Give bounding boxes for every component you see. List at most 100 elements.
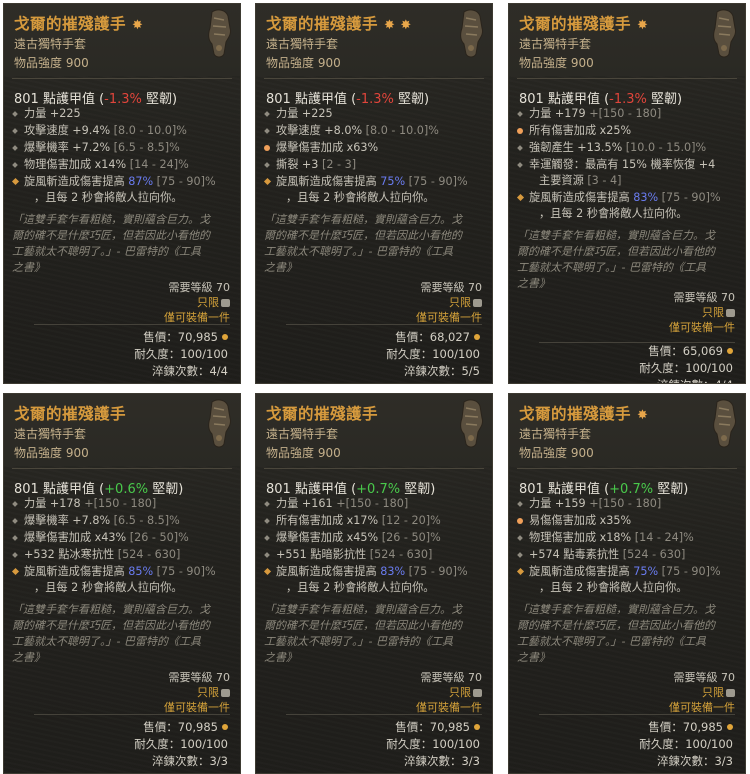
item-tooltip[interactable]: 戈爾的摧殘護手 遠古獨特手套 物品強度 900 801 點護甲值 (+0.7% 堅韌…	[255, 393, 493, 774]
item-power: 物品強度 900	[14, 446, 89, 460]
greater-affix-stars: ✸	[132, 18, 144, 33]
affix-bullet	[264, 552, 270, 558]
flavor-line: 之書》	[517, 651, 550, 664]
affix-bullet	[12, 535, 18, 541]
legendary-affix: 旋風斬造成傷害提高 87% [75 - 90]%	[10, 173, 234, 190]
affix-range: +[150 - 180]	[585, 107, 662, 120]
class-restriction: 只限	[164, 295, 230, 310]
barbarian-class-icon	[473, 689, 482, 697]
affix-range: +[150 - 180]	[80, 497, 157, 510]
affix-row: 幸運觸發：最高有 15% 機率恢復 +4	[515, 156, 739, 173]
affix-list: 力量 +161 +[150 - 180] 所有傷害加成 x17% [12 - 20…	[262, 495, 486, 596]
affix-bullet	[12, 552, 18, 558]
item-title: 戈爾的摧殘護手 ✸	[519, 12, 648, 34]
item-tooltip[interactable]: 戈爾的摧殘護手 ✸ 遠古獨特手套 物品強度 900 801 點護甲值 (+0.7% 堅…	[508, 393, 746, 774]
affix-range: [6.5 - 8.5]%	[110, 514, 180, 527]
requirements: 需要等級 70 只限 僅可裝備一件	[669, 670, 735, 715]
legendary-text: 旋風斬造成傷害提高	[24, 565, 129, 578]
item-tooltip[interactable]: 戈爾的摧殘護手 ✸ 遠古獨特手套 物品強度 900 801 點護甲值 (-1.3% 堅…	[508, 3, 746, 384]
item-tooltip[interactable]: 戈爾的摧殘護手 ✸ 遠古獨特手套 物品強度 900 801 點護甲值 (-1.3% 堅…	[3, 3, 241, 384]
affix-bullet	[264, 111, 270, 117]
legendary-text: 旋風斬造成傷害提高	[276, 175, 381, 188]
flavor-line: 「這雙手套乍看粗糙，實則蘊含巨力。戈	[517, 603, 715, 616]
affix-text: 力量 +179	[529, 107, 586, 120]
gold-coin-icon	[222, 724, 228, 730]
item-tooltip[interactable]: 戈爾的摧殘護手 ✸ ✸ 遠古獨特手套 物品強度 900 801 點護甲值 (-1.3%…	[255, 3, 493, 384]
unique-equip: 僅可裝備一件	[416, 311, 482, 324]
gold-coin-icon	[727, 348, 733, 354]
affix-list: 力量 +179 +[150 - 180] 所有傷害加成 x25% 強韌產生 +13.…	[515, 105, 739, 222]
affix-text: 力量 +178	[24, 497, 81, 510]
greater-affix-bullet	[517, 518, 523, 524]
affix-bullet	[264, 535, 270, 541]
affix-range: [524 - 630]	[114, 548, 181, 561]
item-title: 戈爾的摧殘護手	[14, 402, 132, 424]
durability: 耐久度：100/100	[134, 737, 228, 751]
sell-price: 售價：70,985	[134, 719, 228, 736]
gold-coin-icon	[474, 724, 480, 730]
affix-range: [3 - 4]	[583, 174, 622, 187]
affix-range: [26 - 50]%	[126, 531, 189, 544]
legendary-bullet	[516, 193, 525, 202]
sell-price-text: 售價：70,985	[143, 720, 218, 734]
item-name: 戈爾的摧殘護手	[266, 405, 379, 423]
legendary-affix-line2: ，且每 2 秒會將敵人拉向你。	[286, 191, 435, 204]
item-power: 物品強度 900	[519, 446, 594, 460]
flavor-text: 「這雙手套乍看粗糙，實則蘊含巨力。戈 爾的確不是什麼巧匠，但若因此小看他的 工藝就太…	[517, 602, 735, 666]
legendary-bullet	[263, 567, 272, 576]
flavor-line: 工藝就太不聰明了。」- 巴雷特的《工具	[12, 245, 201, 258]
legendary-value: 87%	[128, 175, 154, 188]
affix-text: +551 點暗影抗性	[276, 548, 367, 561]
affix-range: [14 - 24]%	[126, 158, 189, 171]
unique-equip: 僅可裝備一件	[416, 701, 482, 714]
legendary-range: [75 - 90]%	[405, 175, 468, 188]
affix-text: 撕裂 +3	[276, 158, 319, 171]
item-name: 戈爾的摧殘護手	[519, 15, 632, 33]
affix-bullet	[12, 501, 18, 507]
flavor-text: 「這雙手套乍看粗糙，實則蘊含巨力。戈 爾的確不是什麼巧匠，但若因此小看他的 工藝就太…	[517, 228, 735, 292]
affix-text: 爆擊傷害加成 x43%	[24, 531, 127, 544]
temper-count: 淬鍊次數：3/3	[151, 754, 228, 768]
affix-range: +[150 - 180]	[585, 497, 662, 510]
item-tooltip[interactable]: 戈爾的摧殘護手 遠古獨特手套 物品強度 900 801 點護甲值 (+0.6% 堅韌…	[3, 393, 241, 774]
sell-price: 售價：70,985	[386, 719, 480, 736]
item-stats-footer: 售價：70,985 耐久度：100/100 淬鍊次數：3/3	[386, 719, 480, 770]
item-type: 遠古獨特手套	[266, 427, 339, 441]
sell-price: 售價：70,985	[134, 329, 228, 346]
legendary-affix: 旋風斬造成傷害提高 83% [75 - 90]%	[262, 563, 486, 580]
flavor-text: 「這雙手套乍看粗糙，實則蘊含巨力。戈 爾的確不是什麼巧匠，但若因此小看他的 工藝就太…	[264, 212, 482, 276]
affix-row: 爆擊傷害加成 x43% [26 - 50]%	[10, 529, 234, 546]
affix-bullet	[12, 518, 18, 524]
flavor-line: 工藝就太不聰明了。」- 巴雷特的《工具	[264, 245, 453, 258]
durability: 耐久度：100/100	[386, 347, 480, 361]
affix-row: +551 點暗影抗性 [524 - 630]	[262, 546, 486, 563]
durability: 耐久度：100/100	[134, 347, 228, 361]
item-type: 遠古獨特手套	[519, 37, 592, 51]
affix-text: 爆擊機率 +7.2%	[24, 141, 111, 154]
affix-row: 撕裂 +3 [2 - 3]	[262, 156, 486, 173]
affix-bullet	[12, 162, 18, 168]
affix-bullet	[517, 162, 523, 168]
item-name: 戈爾的摧殘護手	[14, 405, 127, 423]
required-level: 需要等級 70	[673, 671, 736, 684]
flavor-line: 之書》	[264, 261, 297, 274]
item-type: 遠古獨特手套	[519, 427, 592, 441]
affix-bullet	[517, 552, 523, 558]
affix-text: 強韌產生 +13.5%	[529, 141, 623, 154]
item-type: 遠古獨特手套	[266, 37, 339, 51]
affix-list: 力量 +178 +[150 - 180] 爆擊機率 +7.8% [6.5 - 8.…	[10, 495, 234, 596]
item-power: 物品強度 900	[14, 56, 89, 70]
affix-row: 力量 +225	[10, 105, 234, 122]
affix-row: 爆擊機率 +7.2% [6.5 - 8.5]%	[10, 139, 234, 156]
class-restriction: 只限	[669, 305, 735, 320]
item-stats-footer: 售價：70,985 耐久度：100/100 淬鍊次數：3/3	[639, 719, 733, 770]
header-divider	[517, 468, 737, 469]
requirements: 需要等級 70 只限 僅可裝備一件	[164, 280, 230, 325]
sell-price-text: 售價：70,985	[648, 720, 723, 734]
flavor-line: 爾的確不是什麼巧匠，但若因此小看他的	[12, 619, 210, 632]
gold-coin-icon	[474, 334, 480, 340]
legendary-range: [75 - 90]%	[405, 565, 468, 578]
required-level: 需要等級 70	[673, 291, 736, 304]
header-divider	[264, 468, 484, 469]
affix-range: [14 - 24]%	[631, 531, 694, 544]
